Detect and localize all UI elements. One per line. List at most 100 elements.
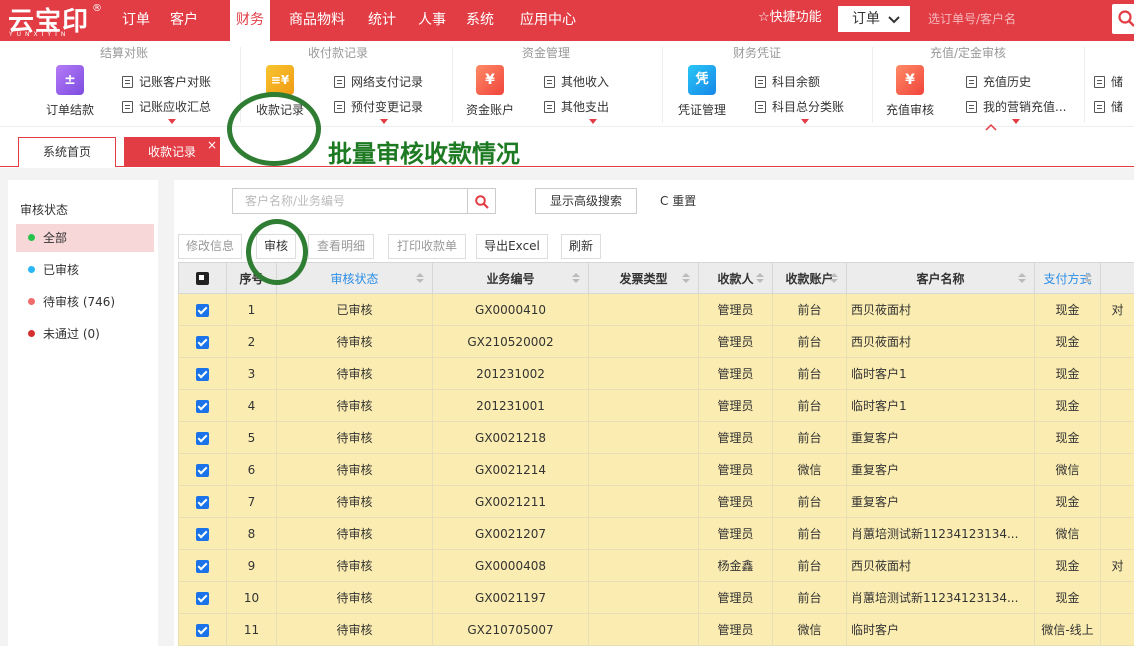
nav-item-0[interactable]: 订单 <box>122 0 150 41</box>
row-checkbox[interactable] <box>178 613 227 646</box>
row-checkbox[interactable] <box>178 517 227 550</box>
row-checkbox[interactable] <box>178 325 227 358</box>
online-payment-link[interactable]: 网络支付记录 <box>334 74 423 90</box>
dropdown-arrow-icon[interactable] <box>1012 119 1020 124</box>
table-row[interactable]: 6 待审核 GX0021214 管理员 微信 重复客户 微信 <box>178 453 1134 486</box>
row-checkbox[interactable] <box>178 485 227 518</box>
nav-item-7[interactable]: 应用中心 <box>520 0 576 41</box>
stored-value-link-1[interactable]: 储 <box>1094 74 1123 90</box>
close-icon[interactable]: × <box>207 131 217 159</box>
business-no-cell: GX0000410 <box>432 293 589 326</box>
nav-item-3[interactable]: 商品物料 <box>289 0 345 41</box>
row-checkbox[interactable] <box>178 421 227 454</box>
sort-icon[interactable] <box>756 273 764 284</box>
column-header-customer[interactable]: 客户名称 <box>846 262 1035 294</box>
column-header-audit-status[interactable]: 审核状态 <box>276 262 433 294</box>
column-header-payee[interactable]: 收款人 <box>698 262 773 294</box>
other-income-link[interactable]: 其他收入 <box>544 74 609 90</box>
advanced-search-button[interactable]: 显示高级搜索 <box>535 188 637 214</box>
reset-button[interactable]: C 重置 <box>660 188 696 214</box>
export-excel-button[interactable]: 导出Excel <box>476 234 548 259</box>
table-row[interactable]: 10 待审核 GX0021197 管理员 前台 肖蕙培测试新11234123134... 现… <box>178 581 1134 614</box>
dropdown-arrow-icon[interactable] <box>380 119 388 124</box>
payee-cell: 管理员 <box>698 613 773 646</box>
table-row[interactable]: 5 待审核 GX0021218 管理员 前台 重复客户 现金 <box>178 421 1134 454</box>
fund-account-button[interactable]: ¥ 资金账户 <box>460 65 520 125</box>
row-checkbox[interactable] <box>178 389 227 422</box>
top-search-button[interactable] <box>1112 4 1134 34</box>
table-row[interactable]: 9 待审核 GX0000408 杨金鑫 前台 西贝莜面村 现金对 <box>178 549 1134 582</box>
sort-icon[interactable] <box>830 273 838 284</box>
business-no-cell: GX0021214 <box>432 453 589 486</box>
recharge-audit-button[interactable]: ¥ 充值审核 <box>880 65 940 125</box>
group-divider <box>452 47 453 123</box>
column-header-payment-method[interactable]: 支付方式 <box>1034 262 1101 294</box>
order-settlement-button[interactable]: ± 订单结款 <box>40 65 100 125</box>
table-row[interactable]: 3 待审核 201231002 管理员 前台 临时客户1 现金 <box>178 357 1134 390</box>
order-search-input[interactable]: 选订单号/客户名 <box>916 6 1112 32</box>
online-payment-label: 网络支付记录 <box>351 75 424 89</box>
sort-icon[interactable] <box>1018 273 1026 284</box>
order-type-select[interactable]: 订单 <box>838 6 910 32</box>
table-row[interactable]: 8 待审核 GX0021207 管理员 前台 肖蕙培测试新11234123134... 微信 <box>178 517 1134 550</box>
subject-ledger-link[interactable]: 科目总分类账 <box>755 99 844 115</box>
search-button[interactable] <box>468 188 496 214</box>
nav-item-6[interactable]: 系统 <box>466 0 494 41</box>
column-header-business-no[interactable]: 业务编号 <box>432 262 589 294</box>
row-checkbox[interactable] <box>178 293 227 326</box>
filter-pending[interactable]: 待审核 (746) <box>16 288 154 316</box>
row-checkbox[interactable] <box>178 581 227 614</box>
table-row[interactable]: 11 待审核 GX210705007 管理员 微信 临时客户 微信-线上 <box>178 613 1134 646</box>
sort-icon[interactable] <box>682 273 690 284</box>
status-dot-icon <box>28 266 35 273</box>
voucher-management-button[interactable]: 凭 凭证管理 <box>672 65 732 125</box>
customer-search-input[interactable]: 客户名称/业务编号 <box>232 188 468 214</box>
stored-value-link-2[interactable]: 储 <box>1094 99 1123 115</box>
sort-icon[interactable] <box>572 273 580 284</box>
nav-item-4[interactable]: 统计 <box>368 0 396 41</box>
other-expense-link[interactable]: 其他支出 <box>544 99 609 115</box>
sort-icon[interactable] <box>1084 273 1092 284</box>
filter-approved[interactable]: 已审核 <box>16 256 154 284</box>
column-header-account[interactable]: 收款账户 <box>772 262 847 294</box>
recharge-history-label: 充值历史 <box>983 75 1032 89</box>
dropdown-arrow-icon[interactable] <box>589 119 597 124</box>
view-detail-button[interactable]: 查看明细 <box>308 234 374 259</box>
print-receipt-button[interactable]: 打印收款单 <box>388 234 466 259</box>
my-recharge-link[interactable]: 我的营销充值... <box>966 99 1066 115</box>
sort-icon[interactable] <box>416 273 424 284</box>
nav-item-2[interactable]: 财务 <box>230 0 270 41</box>
dropdown-arrow-icon[interactable] <box>801 119 809 124</box>
table-row[interactable]: 1 已审核 GX0000410 管理员 前台 西贝莜面村 现金对 <box>178 293 1134 326</box>
prepay-change-link[interactable]: 预付变更记录 <box>334 99 423 115</box>
tab-payment-records[interactable]: 收款记录 × <box>124 137 220 167</box>
recharge-user-icon: ¥ <box>896 65 924 95</box>
row-checkbox[interactable] <box>178 549 227 582</box>
table-row[interactable]: 2 待审核 GX210520002 管理员 前台 西贝莜面村 现金 <box>178 325 1134 358</box>
table-row[interactable]: 7 待审核 GX0021211 管理员 前台 重复客户 现金 <box>178 485 1134 518</box>
credit-reconcile-link[interactable]: 记账客户对账 <box>122 74 211 90</box>
filter-all[interactable]: 全部 <box>16 224 154 252</box>
subject-balance-link[interactable]: 科目余额 <box>755 74 820 90</box>
extra-cell <box>1100 581 1134 614</box>
table-row[interactable]: 4 待审核 201231001 管理员 前台 临时客户1 现金 <box>178 389 1134 422</box>
column-header-invoice-type[interactable]: 发票类型 <box>588 262 699 294</box>
payment-records-button[interactable]: ≡¥ 收款记录 <box>250 65 310 125</box>
audit-button[interactable]: 审核 <box>256 234 296 259</box>
table-header-row: 序号 审核状态 业务编号 发票类型 收款人 收款账户 客户名称 支付方式 <box>178 262 1134 294</box>
nav-item-5[interactable]: 人事 <box>418 0 446 41</box>
row-checkbox[interactable] <box>178 357 227 390</box>
nav-item-1[interactable]: 客户 <box>170 0 198 41</box>
filter-rejected[interactable]: 未通过 (0) <box>16 320 154 348</box>
dropdown-arrow-icon[interactable] <box>168 119 176 124</box>
credit-receivable-link[interactable]: 记账应收汇总 <box>122 99 211 115</box>
select-all-checkbox[interactable] <box>178 262 227 294</box>
row-checkbox[interactable] <box>178 453 227 486</box>
refresh-button[interactable]: 刷新 <box>561 234 601 259</box>
tab-home[interactable]: 系统首页 <box>18 137 116 167</box>
quick-functions-link[interactable]: ☆快捷功能 <box>758 0 822 36</box>
recharge-history-link[interactable]: 充值历史 <box>966 74 1031 90</box>
edit-info-button[interactable]: 修改信息 <box>178 234 242 259</box>
payee-cell: 管理员 <box>698 453 773 486</box>
group-divider <box>1084 47 1085 123</box>
